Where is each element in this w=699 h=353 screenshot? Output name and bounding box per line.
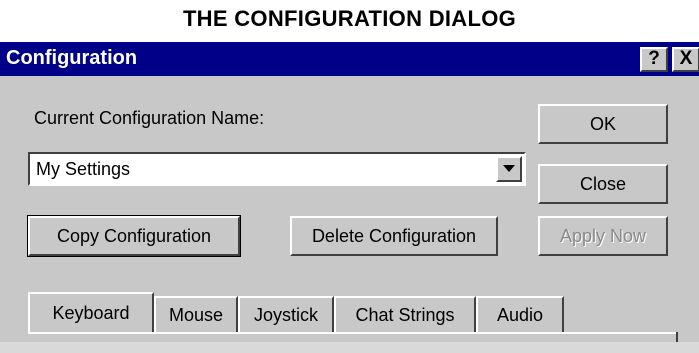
tab-keyboard[interactable]: Keyboard [28,292,154,332]
config-name-select[interactable]: My Settings [28,152,526,186]
config-name-value: My Settings [36,159,131,179]
tab-panel [0,342,699,353]
title-bar: Configuration ? X [0,42,699,76]
tab-panel-border [28,332,678,334]
close-button[interactable]: Close [538,164,668,204]
page-heading: THE CONFIGURATION DIALOG [182,6,517,31]
tab-joystick[interactable]: Joystick [238,296,334,332]
window-title: Configuration [6,47,138,69]
tab-mouse[interactable]: Mouse [154,296,238,332]
page: THE CONFIGURATION DIALOG Configuration ?… [0,0,699,353]
delete-configuration-button[interactable]: Delete Configuration [290,216,498,256]
config-name-label: Current Configuration Name: [34,108,265,128]
tab-chat-strings[interactable]: Chat Strings [334,296,476,332]
dropdown-button[interactable] [496,156,522,182]
apply-now-button[interactable]: Apply Now [538,216,668,256]
copy-configuration-button[interactable]: Copy Configuration [27,215,241,257]
chevron-down-icon [503,165,515,172]
tab-audio[interactable]: Audio [476,296,564,332]
help-button[interactable]: ? [640,47,668,72]
ok-button[interactable]: OK [538,104,668,144]
configuration-dialog: Configuration ? X Current Configuration … [0,42,699,353]
close-window-button[interactable]: X [672,47,699,72]
